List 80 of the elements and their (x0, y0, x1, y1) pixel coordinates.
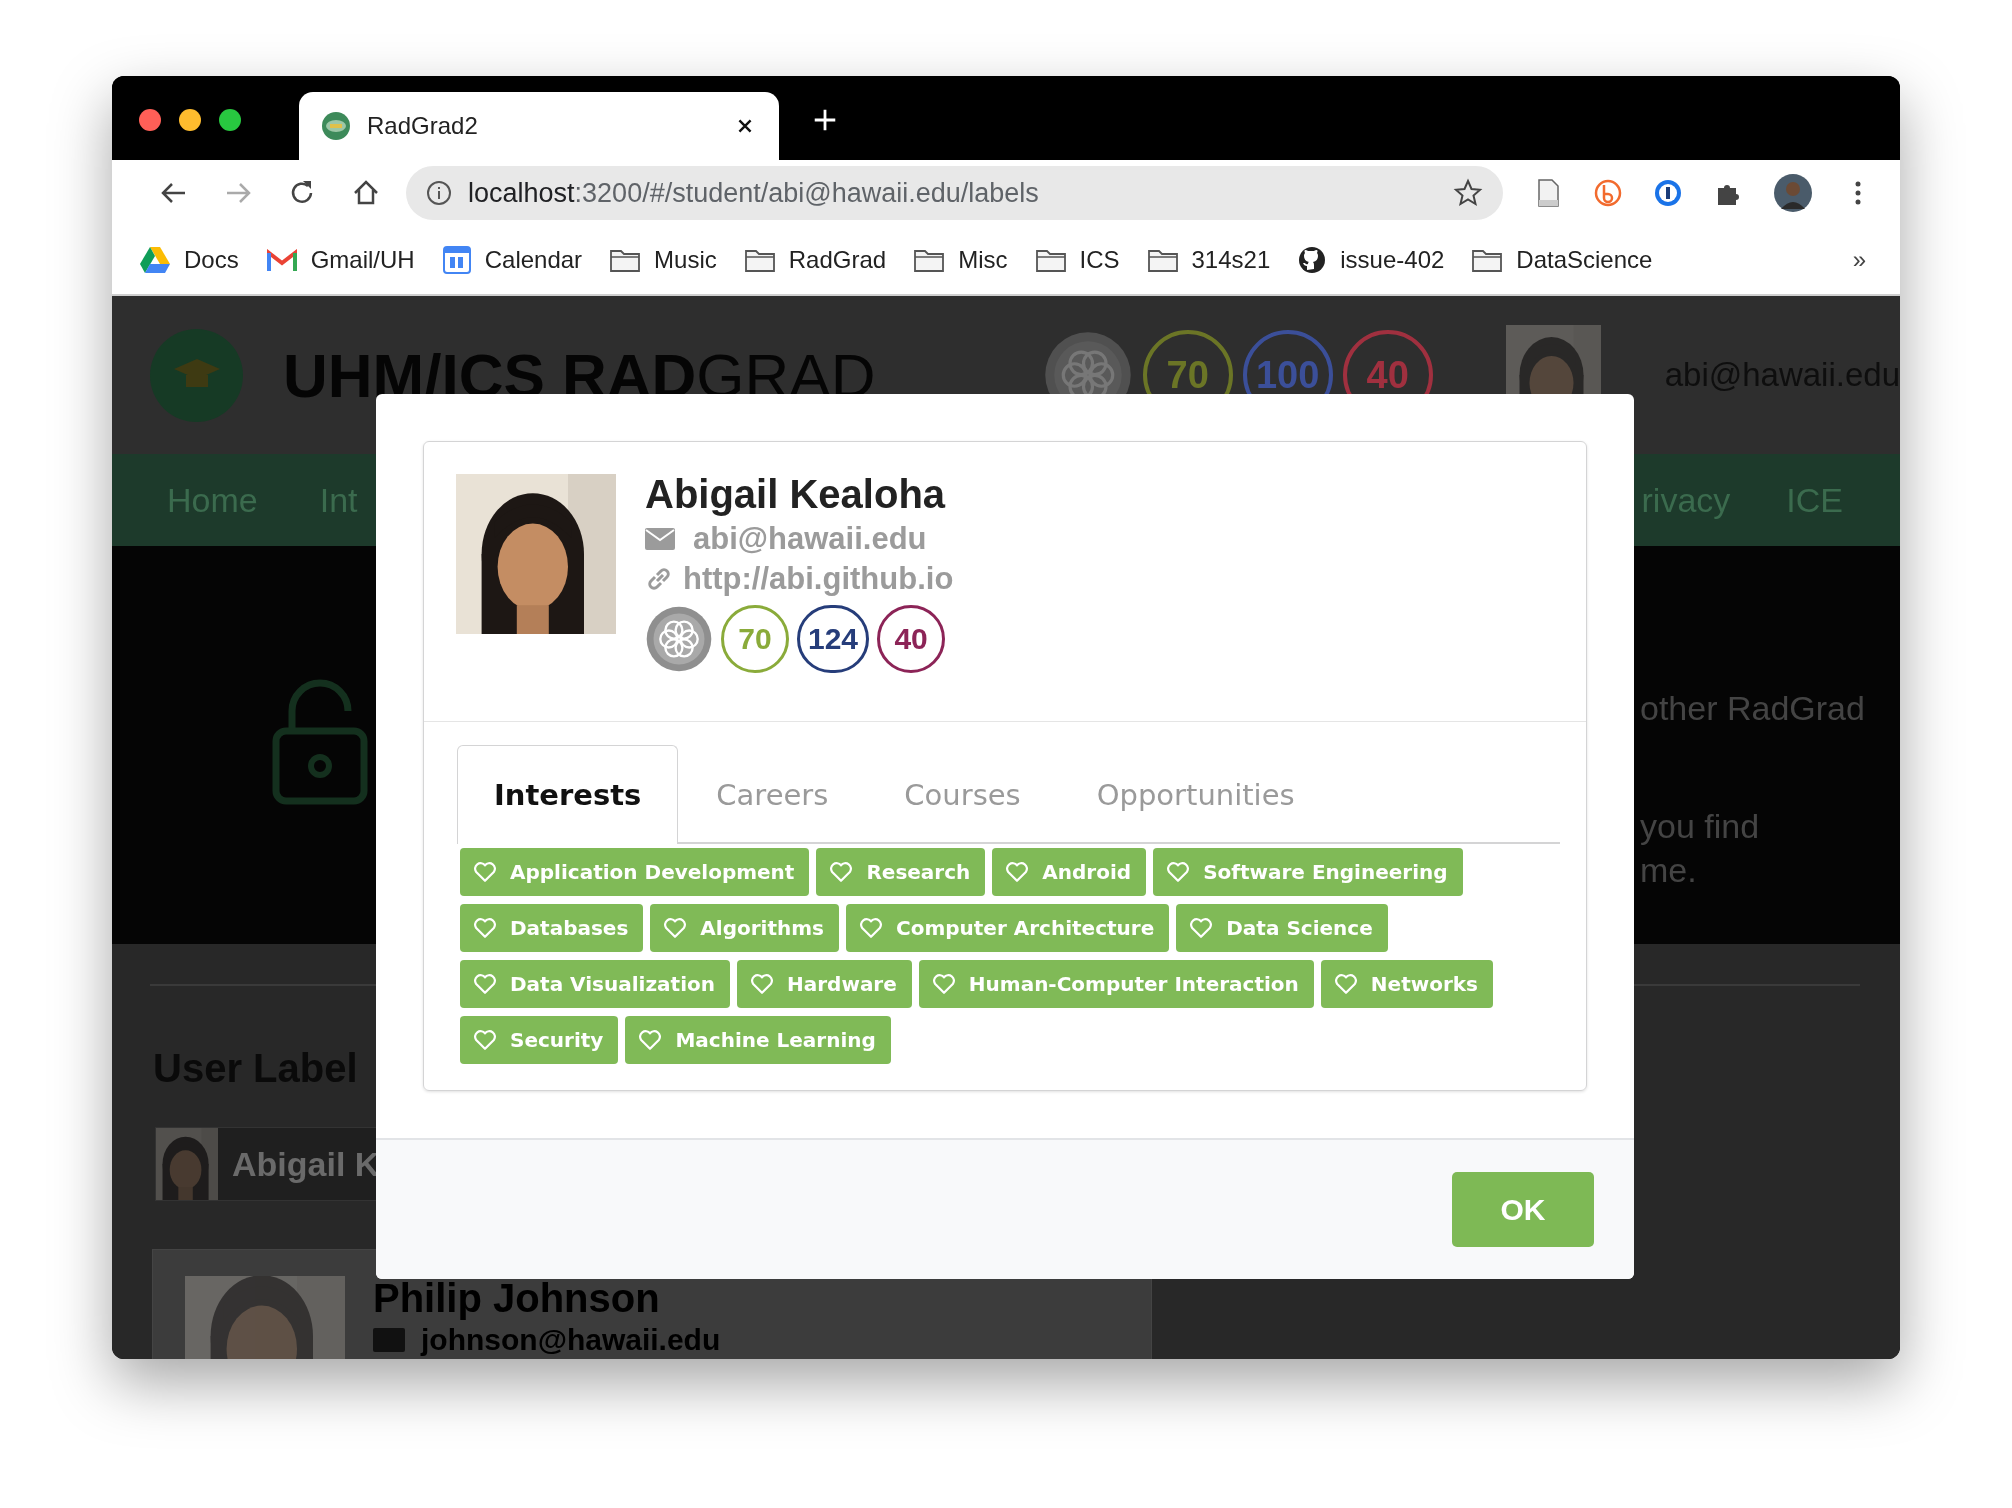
folder-icon (914, 248, 945, 272)
zoom-window-button[interactable] (219, 109, 241, 131)
minimize-window-button[interactable] (179, 109, 201, 131)
browser-tab[interactable]: RadGrad2 (299, 92, 779, 160)
bookmark[interactable]: ICS (1035, 246, 1120, 274)
folder-icon (1147, 248, 1178, 272)
bookmark[interactable]: RadGrad (744, 246, 887, 274)
profile-tab[interactable]: Interests (457, 745, 679, 844)
bookmark[interactable]: Music (610, 246, 717, 274)
folder-icon (744, 248, 775, 272)
folder-icon (610, 248, 641, 272)
heart-icon (751, 973, 773, 995)
info-icon (426, 180, 452, 206)
heart-icon (474, 861, 496, 883)
interest-tag[interactable]: Networks (1320, 960, 1493, 1008)
url-text: localhost:3200/#/student/abi@hawaii.edu/labels (468, 177, 1040, 209)
interest-tag[interactable]: Databases (460, 904, 644, 952)
interest-tag[interactable]: Machine Learning (625, 1016, 891, 1064)
interest-tag[interactable]: Application Development (460, 848, 810, 896)
interest-tag[interactable]: Hardware (737, 960, 912, 1008)
student-name: Abigail Kealoha (645, 472, 947, 517)
score-badge: 40 (877, 605, 946, 673)
score-badge: 124 (797, 605, 870, 673)
drive-icon (140, 246, 170, 274)
tab-title: RadGrad2 (367, 112, 479, 140)
heart-icon (1334, 973, 1357, 995)
heart-icon (474, 917, 496, 939)
heart-icon (1006, 861, 1029, 883)
mail-icon (266, 249, 297, 271)
close-window-button[interactable] (139, 109, 161, 131)
heart-icon (1167, 861, 1190, 883)
globe-icon (321, 111, 351, 141)
letter-b-icon[interactable] (1593, 178, 1623, 208)
ok-button[interactable]: OK (1452, 1172, 1594, 1247)
heart-icon (474, 1029, 496, 1051)
bookmark[interactable]: 314s21 (1147, 246, 1271, 274)
heart-icon (860, 917, 882, 939)
profile-email: johnson@hawaii.edu (421, 1323, 721, 1357)
profile-tab[interactable]: Opportunities (1058, 745, 1333, 844)
address-bar[interactable]: localhost:3200/#/student/abi@hawaii.edu/labels (406, 166, 1503, 220)
interest-tag[interactable]: Algorithms (650, 904, 839, 952)
bookmark[interactable]: Docs (140, 246, 239, 274)
bookmark[interactable]: issue-402 (1298, 246, 1445, 274)
profile-name: Philip Johnson (373, 1276, 661, 1321)
bookmark[interactable]: Misc (914, 246, 1008, 274)
hero-text: you find (1640, 806, 1761, 847)
interest-tag[interactable]: Data Science (1176, 904, 1388, 952)
heart-icon (639, 1029, 662, 1051)
calendar-icon (442, 246, 471, 274)
level-badge-icon (645, 605, 713, 673)
profile-tab[interactable]: Careers (678, 745, 867, 844)
interest-tag[interactable]: Research (816, 848, 986, 896)
more-bookmarks[interactable]: » (1852, 246, 1866, 274)
heart-icon (1190, 917, 1213, 939)
interest-tag[interactable]: Android (992, 848, 1147, 896)
score-badge: 70 (721, 605, 789, 673)
heart-icon (830, 861, 853, 883)
hero-text: other RadGrad (1640, 688, 1866, 729)
password-manager-icon[interactable] (1653, 178, 1683, 208)
interest-tag[interactable]: Computer Architecture (846, 904, 1170, 952)
link-icon (645, 565, 673, 593)
heart-icon (474, 973, 496, 995)
interest-tag[interactable]: Software Engineering (1153, 848, 1463, 896)
heart-icon (932, 973, 955, 995)
interest-tag[interactable]: Data Visualization (460, 960, 730, 1008)
profile-tab[interactable]: Courses (866, 745, 1059, 844)
hero-text: me. (1640, 850, 1698, 891)
bookmark[interactable]: Gmail/UH (266, 246, 415, 274)
avatar-icon[interactable] (1773, 173, 1813, 213)
student-email[interactable]: abi@hawaii.edu (693, 521, 927, 557)
github-icon (1298, 246, 1327, 274)
student-website[interactable]: http://abi.github.io (683, 561, 954, 597)
heart-icon (664, 917, 687, 939)
bookmark[interactable]: DataScience (1472, 246, 1653, 274)
folder-icon (1035, 248, 1066, 272)
interest-tag[interactable]: Human-Computer Interaction (918, 960, 1314, 1008)
folder-icon (1472, 248, 1503, 272)
star-icon[interactable] (1453, 178, 1483, 208)
bookmark[interactable]: Calendar (442, 246, 583, 274)
interest-tag[interactable]: Security (460, 1016, 619, 1064)
